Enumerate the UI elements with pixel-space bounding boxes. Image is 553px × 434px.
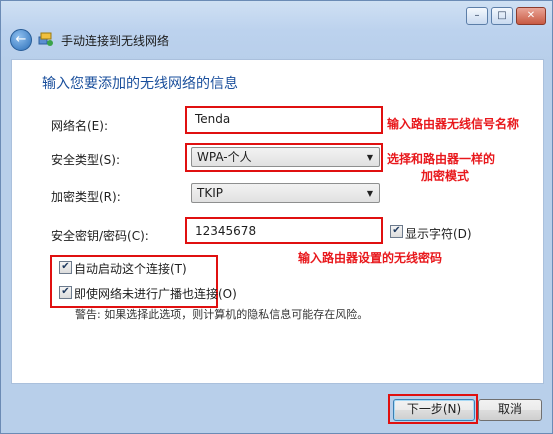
window-title: 手动连接到无线网络 bbox=[61, 34, 170, 48]
encryption-type-value: TKIP bbox=[197, 186, 223, 200]
title-bar: – □ ✕ ← 手动连接到无线网络 bbox=[1, 1, 552, 59]
maximize-button[interactable]: □ bbox=[491, 7, 513, 25]
next-button[interactable]: 下一步(N) bbox=[393, 399, 475, 421]
show-chars-label: 显示字符(D) bbox=[405, 227, 472, 241]
auto-start-label: 自动启动这个连接(T) bbox=[74, 262, 187, 276]
security-key-annotation: 输入路由器设置的无线密码 bbox=[298, 251, 443, 265]
security-type-annotation-2: 加密模式 bbox=[421, 169, 470, 183]
security-key-label: 安全密钥/密码(C): bbox=[51, 229, 149, 243]
security-type-highlight bbox=[185, 143, 383, 172]
cancel-button[interactable]: 取消 bbox=[478, 399, 542, 421]
auto-start-checkbox[interactable]: ✔ bbox=[59, 261, 72, 274]
close-button[interactable]: ✕ bbox=[516, 7, 546, 25]
connect-hidden-label: 即使网络未进行广播也连接(O) bbox=[74, 287, 237, 301]
security-key-highlight bbox=[185, 217, 383, 244]
minimize-button[interactable]: – bbox=[466, 7, 488, 25]
show-chars-checkbox[interactable]: ✔ bbox=[390, 225, 403, 238]
page-heading: 输入您要添加的无线网络的信息 bbox=[42, 76, 238, 92]
encryption-type-select[interactable]: TKIP ▼ bbox=[191, 183, 380, 203]
network-name-highlight bbox=[185, 106, 383, 134]
back-arrow-icon[interactable]: ← bbox=[10, 29, 32, 51]
connect-hidden-checkbox[interactable]: ✔ bbox=[59, 286, 72, 299]
chevron-down-icon: ▼ bbox=[366, 189, 373, 198]
network-name-annotation: 输入路由器无线信号名称 bbox=[387, 117, 520, 131]
security-type-annotation-1: 选择和路由器一样的 bbox=[387, 152, 496, 166]
network-wizard-icon bbox=[38, 32, 53, 46]
network-name-label: 网络名(E): bbox=[51, 119, 108, 133]
privacy-warning: 警告: 如果选择此选项，则计算机的隐私信息可能存在风险。 bbox=[75, 308, 369, 321]
encryption-type-label: 加密类型(R): bbox=[51, 190, 121, 204]
security-type-label: 安全类型(S): bbox=[51, 153, 121, 167]
